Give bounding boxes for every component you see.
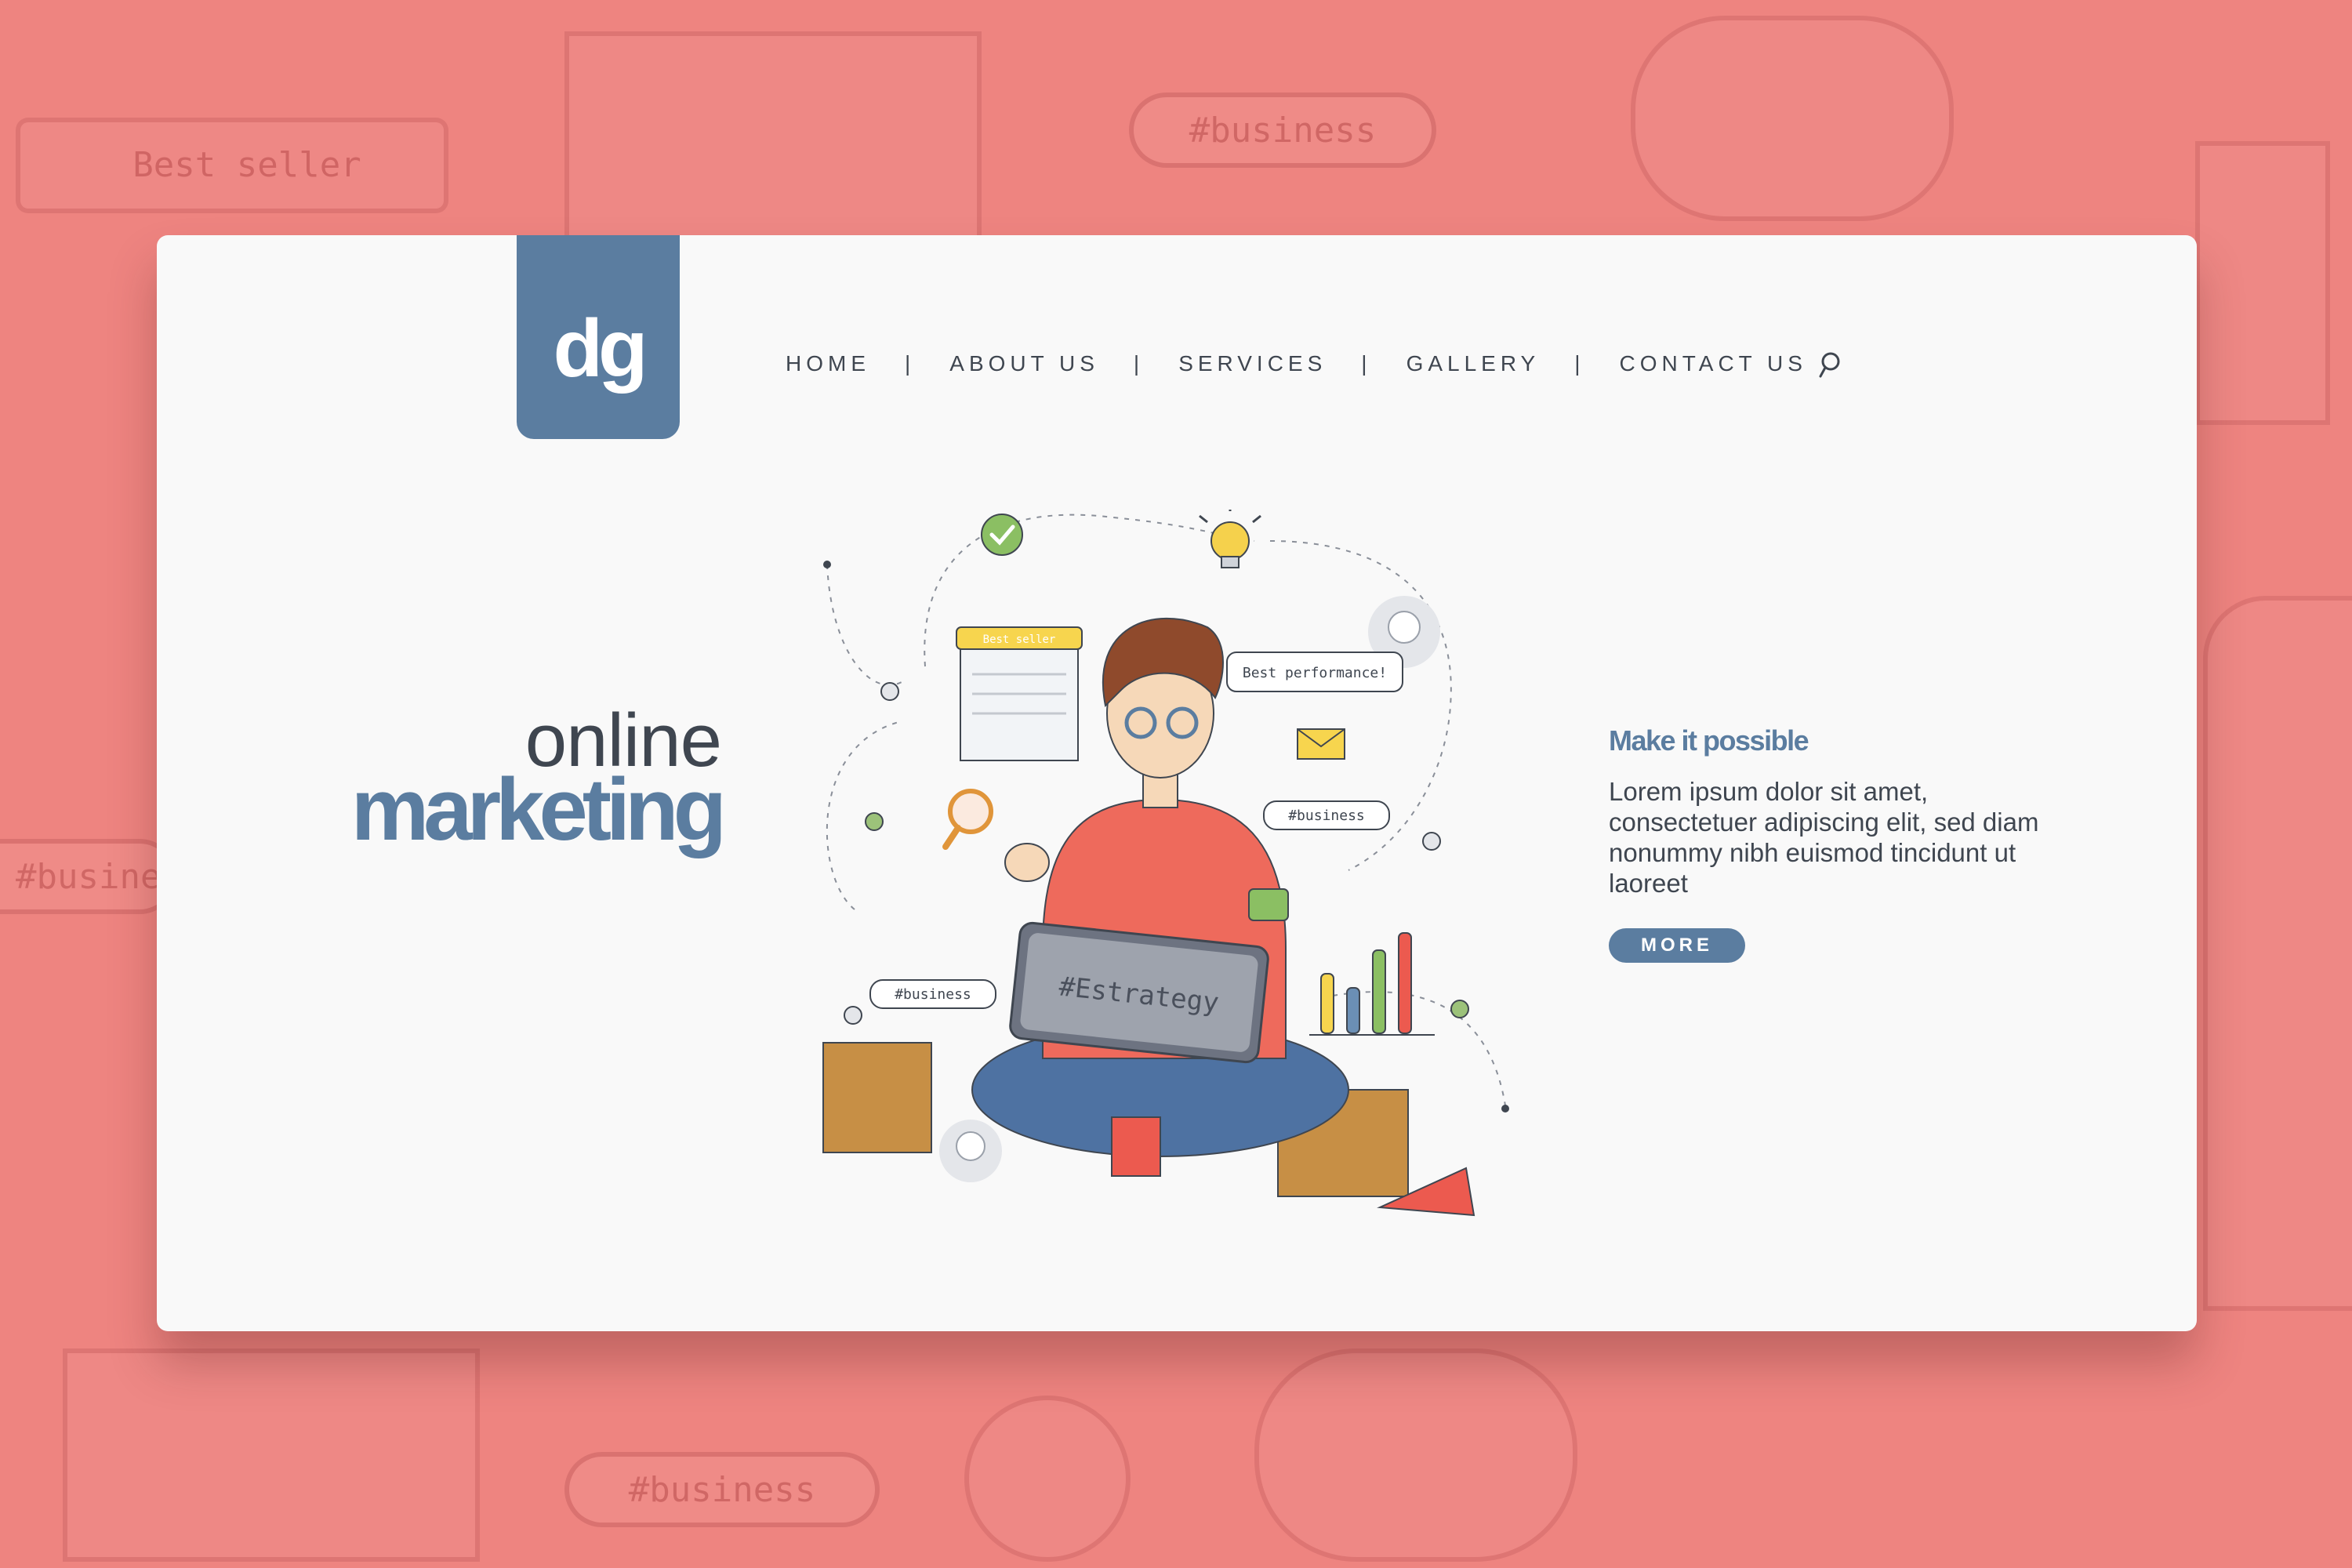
avatar-head [956, 1131, 985, 1161]
logo-text: dg [553, 303, 648, 394]
orbit-dot [823, 561, 831, 568]
bg-person [2203, 596, 2352, 1311]
chart-bar [1346, 987, 1360, 1034]
nav-item-gallery[interactable]: GALLERY [1406, 351, 1541, 376]
nav-item-home[interactable]: HOME [786, 351, 870, 376]
bg-pill-business-bottom: #business [564, 1452, 880, 1527]
nav-separator: | [905, 351, 916, 376]
speech-bubble-text: Best performance! [1243, 665, 1387, 681]
nav-separator: | [1361, 351, 1372, 376]
check-icon [981, 514, 1023, 556]
lock-icon [1422, 832, 1441, 851]
hero-title-bold: marketing [350, 760, 727, 858]
bg-box [564, 31, 982, 245]
nav-separator: | [1133, 351, 1145, 376]
lightbulb-icon [1210, 521, 1250, 561]
bg-pill-business-left: #busine [0, 839, 177, 914]
magnifier-handle [942, 825, 961, 850]
avatar-head [1388, 611, 1421, 644]
chart-bar [1398, 932, 1412, 1034]
main-nav: HOME | ABOUT US | SERVICES | GALLERY | C… [786, 351, 1807, 376]
marketing-illustration: Best seller Best performance! #business … [822, 510, 1509, 1217]
lightbulb-ray [1199, 514, 1208, 524]
business-tag-text: #business [895, 986, 971, 1003]
coin-icon [865, 812, 884, 831]
orbit-dot [1501, 1105, 1509, 1112]
nav-item-contact-us[interactable]: CONTACT US [1620, 351, 1807, 376]
lock-icon [844, 1006, 862, 1025]
aside-body: Lorem ipsum dolor sit amet, consectetuer… [1609, 777, 2039, 898]
lock-icon [880, 682, 899, 701]
bg-megaphone-bottom [1254, 1348, 1577, 1562]
more-button[interactable]: MORE [1609, 928, 1745, 963]
dashed-orbit-path [826, 564, 902, 686]
nav-item-about-us[interactable]: ABOUT US [949, 351, 1099, 376]
chart-bar [1372, 949, 1386, 1034]
aside-heading: Make it possible [1609, 724, 1809, 757]
document-card [960, 634, 1079, 761]
lightbulb-base [1221, 556, 1240, 568]
cardboard-box [822, 1042, 932, 1153]
coin-icon [1450, 1000, 1469, 1018]
bg-sign-text: Best seller [132, 144, 361, 185]
bg-box-bottom [63, 1348, 480, 1562]
landing-card: dg HOME | ABOUT US | SERVICES | GALLERY … [157, 235, 2197, 1331]
lightbulb-ray [1252, 514, 1261, 524]
search-button[interactable] [1813, 350, 1845, 381]
bg-panel-right [2195, 141, 2330, 425]
person-hand [1004, 843, 1050, 882]
nav-item-services[interactable]: SERVICES [1178, 351, 1327, 376]
nav-separator: | [1574, 351, 1585, 376]
search-icon [1819, 352, 1840, 378]
bg-lightbulb [964, 1396, 1131, 1562]
dashed-orbit-path [826, 720, 902, 910]
logo[interactable]: dg [517, 235, 680, 439]
bg-megaphone [1631, 16, 1954, 221]
pen-cup [1111, 1116, 1161, 1177]
chart-bar [1320, 973, 1334, 1034]
money-badge [1248, 888, 1289, 921]
best-seller-text: Best seller [983, 633, 1056, 646]
business-tag-text: #business [1288, 808, 1365, 824]
bg-pill-business-top: #business [1129, 93, 1436, 168]
